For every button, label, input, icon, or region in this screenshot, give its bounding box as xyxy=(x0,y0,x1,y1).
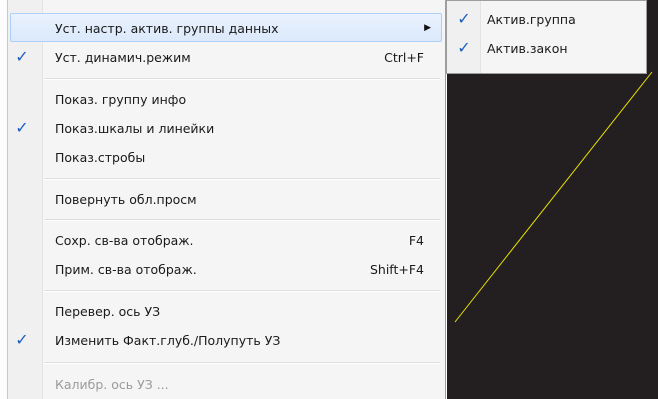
submenu-item-active-group[interactable]: ✓ Актив.группа xyxy=(450,5,644,34)
window-edge xyxy=(0,0,8,399)
menu-item-label: Показ.шкалы и линейки xyxy=(55,121,215,136)
menu-item-label: Прим. св-ва отображ. xyxy=(55,262,197,277)
check-icon: ✓ xyxy=(15,330,29,349)
check-icon: ✓ xyxy=(457,9,471,28)
submenu-item-active-law[interactable]: ✓ Актив.закон xyxy=(450,34,644,63)
submenu-arrow-icon: ▶ xyxy=(424,23,431,33)
submenu-item-label: Актив.группа xyxy=(487,12,576,27)
trace-line xyxy=(454,71,653,323)
check-icon: ✓ xyxy=(15,47,29,66)
check-icon: ✓ xyxy=(457,38,471,57)
menu-item-label: Показ. группу инфо xyxy=(55,92,187,107)
menu-item-show-scales-rulers[interactable]: ✓ Показ.шкалы и линейки xyxy=(10,114,442,143)
menu-item-label: Повернуть обл.просм xyxy=(55,192,197,207)
menu-separator xyxy=(45,78,440,80)
menu-separator xyxy=(45,362,440,364)
check-icon: ✓ xyxy=(15,118,29,137)
menu-item-shortcut: Shift+F4 xyxy=(369,262,424,277)
active-group-submenu: ✓ Актив.группа ✓ Актив.закон xyxy=(446,0,647,74)
menu-item-flip-us-axis[interactable]: Перевер. ось УЗ xyxy=(10,297,442,326)
menu-item-change-depth-halfpath[interactable]: ✓ Изменить Факт.глуб./Полупуть УЗ xyxy=(10,326,442,355)
menu-separator xyxy=(45,219,440,221)
menu-item-save-display-props[interactable]: Сохр. св-ва отображ. F4 xyxy=(10,226,442,255)
menu-item-label: Уст. динамич.режим xyxy=(55,50,191,65)
menu-item-label: Изменить Факт.глуб./Полупуть УЗ xyxy=(55,333,281,348)
menu-item-apply-display-props[interactable]: Прим. св-ва отображ. Shift+F4 xyxy=(10,255,442,284)
menu-item-show-info-group[interactable]: Показ. группу инфо xyxy=(10,85,442,114)
menu-item-calibrate-us-axis: Калибр. ось УЗ ... xyxy=(10,370,442,399)
menu-item-show-gates[interactable]: Показ.стробы xyxy=(10,143,442,172)
menu-item-label: Сохр. св-ва отображ. xyxy=(55,233,194,248)
menu-item-active-group-settings[interactable]: Уст. настр. актив. группы данных ▶ xyxy=(10,13,442,42)
menu-item-label: Показ.стробы xyxy=(55,150,146,165)
menu-item-label: Уст. настр. актив. группы данных xyxy=(55,21,279,36)
menu-item-dynamic-mode[interactable]: ✓ Уст. динамич.режим Ctrl+F xyxy=(10,43,442,72)
menu-item-rotate-view[interactable]: Повернуть обл.просм xyxy=(10,185,442,214)
menu-separator xyxy=(45,178,440,180)
menu-item-shortcut: F4 xyxy=(408,233,424,248)
menu-separator xyxy=(45,290,440,292)
menu-item-label: Перевер. ось УЗ xyxy=(55,304,161,319)
menu-item-shortcut: Ctrl+F xyxy=(384,50,424,65)
menu-item-label: Калибр. ось УЗ ... xyxy=(55,377,169,392)
submenu-item-label: Актив.закон xyxy=(487,41,568,56)
